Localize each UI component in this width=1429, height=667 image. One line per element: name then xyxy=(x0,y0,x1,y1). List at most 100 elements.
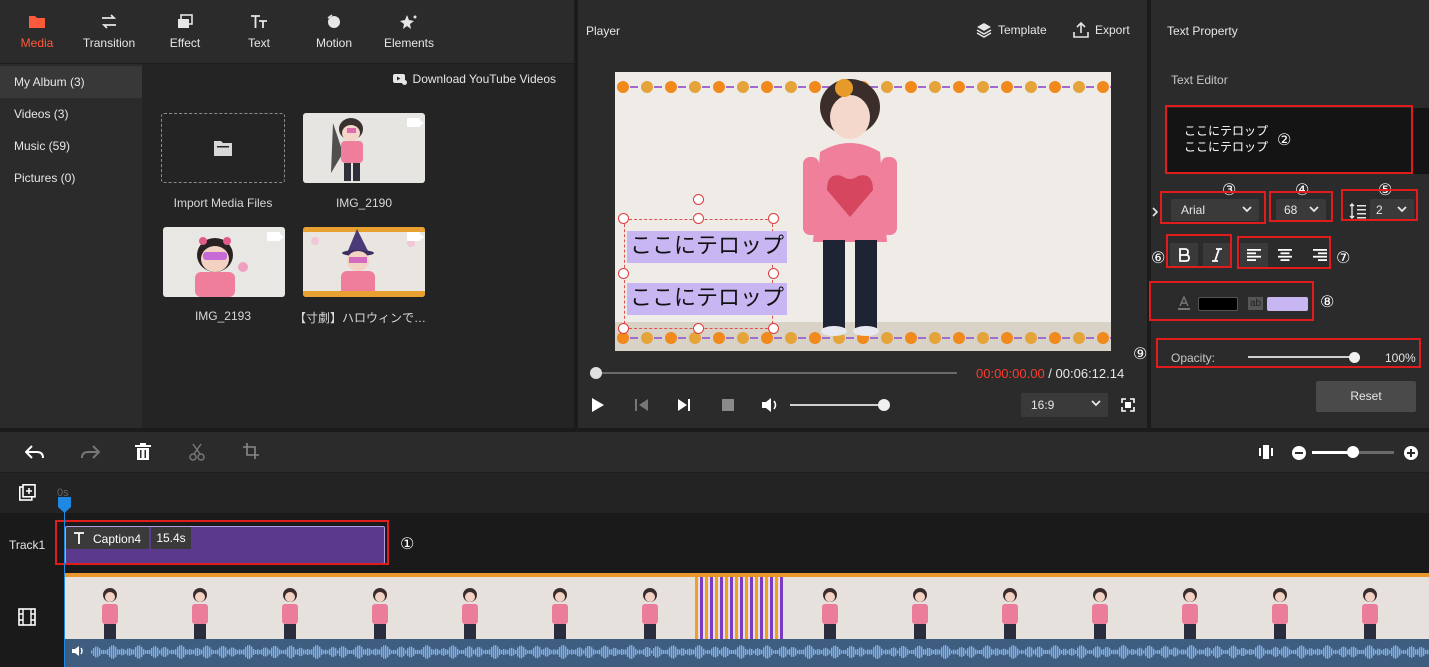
delete-icon[interactable] xyxy=(135,443,151,461)
sparkle-icon xyxy=(372,12,446,30)
zoom-out-icon[interactable] xyxy=(1292,446,1306,460)
aspect-ratio-value: 16:9 xyxy=(1031,398,1055,412)
marker-2: ② xyxy=(1277,130,1292,149)
redo-icon[interactable] xyxy=(80,444,100,460)
resize-handle-tl[interactable] xyxy=(618,213,629,224)
play-icon[interactable] xyxy=(591,397,605,413)
template-button[interactable]: Template xyxy=(976,22,1047,38)
import-media-button[interactable] xyxy=(161,113,285,183)
volume-icon[interactable] xyxy=(761,397,779,413)
add-track-icon[interactable] xyxy=(19,484,36,501)
aspect-ratio-select[interactable]: 16:9 xyxy=(1021,393,1108,417)
player-panel: Player Template Export ここにテロップ ここにテロップ 0… xyxy=(578,0,1147,428)
folder-icon xyxy=(0,12,74,30)
media-grid: Download YouTube Videos Import Media Fil… xyxy=(142,64,574,428)
video-camera-icon xyxy=(407,232,424,241)
highlight-box-4 xyxy=(1269,191,1333,222)
album-item-pictures[interactable]: Pictures (0) xyxy=(0,162,142,194)
text-property-panel: Text Property Text Editor ここにテロップ ここにテロッ… xyxy=(1133,0,1429,428)
album-item-videos[interactable]: Videos (3) xyxy=(0,98,142,130)
tab-elements[interactable]: Elements xyxy=(372,0,446,64)
video-preview[interactable]: ここにテロップ ここにテロップ xyxy=(615,72,1111,351)
media-thumb-img-2190[interactable] xyxy=(303,113,425,183)
playhead-handle[interactable] xyxy=(58,497,71,513)
template-label: Template xyxy=(998,23,1047,37)
media-thumb-img-2193[interactable] xyxy=(163,227,285,297)
playhead-line[interactable] xyxy=(64,497,65,667)
resize-handle-r[interactable] xyxy=(768,268,779,279)
export-button[interactable]: Export xyxy=(1073,22,1130,38)
media-thumb-halloween[interactable] xyxy=(303,227,425,297)
highlight-box-3 xyxy=(1160,191,1266,224)
audio-icon xyxy=(72,646,83,656)
video-camera-icon xyxy=(407,118,424,127)
chevron-right-icon[interactable] xyxy=(1151,206,1159,218)
media-tabbar: Media Transition Effect Text Motion Elem… xyxy=(0,0,574,64)
motion-icon xyxy=(297,12,371,30)
media-label-img-2190: IMG_2190 xyxy=(335,196,393,210)
download-youtube-link[interactable]: Download YouTube Videos xyxy=(392,72,556,86)
layers-icon xyxy=(148,12,222,30)
marker-1: ① xyxy=(400,534,415,553)
time-separator: / xyxy=(1044,366,1056,381)
marker-8: ⑧ xyxy=(1320,292,1335,311)
highlight-box-7 xyxy=(1237,236,1331,269)
highlight-box-6 xyxy=(1166,234,1232,268)
zoom-in-icon[interactable] xyxy=(1404,446,1418,460)
snap-icon[interactable] xyxy=(1259,445,1273,459)
chevron-down-icon xyxy=(1091,400,1101,407)
playback-progress-knob[interactable] xyxy=(590,367,602,379)
resize-handle-bl[interactable] xyxy=(618,323,629,334)
album-list: My Album (3) Videos (3) Music (59) Pictu… xyxy=(0,64,142,428)
video-camera-icon xyxy=(267,232,284,241)
undo-icon[interactable] xyxy=(25,444,45,460)
tab-transition-label: Transition xyxy=(82,36,136,50)
stop-icon[interactable] xyxy=(722,399,734,411)
tab-effect-label: Effect xyxy=(169,36,201,50)
tab-media[interactable]: Media xyxy=(0,0,74,64)
resize-handle-t[interactable] xyxy=(693,213,704,224)
text-property-title: Text Property xyxy=(1167,24,1238,38)
zoom-slider-knob[interactable] xyxy=(1347,446,1359,458)
caption-line-2[interactable]: ここにテロップ xyxy=(627,283,788,315)
next-frame-icon[interactable] xyxy=(676,398,692,412)
swap-icon xyxy=(72,12,146,30)
resize-handle-tr[interactable] xyxy=(768,213,779,224)
audio-waveform xyxy=(91,645,1429,659)
album-item-music[interactable]: Music (59) xyxy=(0,130,142,162)
tab-media-label: Media xyxy=(20,36,54,50)
resize-handle-br[interactable] xyxy=(768,323,779,334)
resize-handle-b[interactable] xyxy=(693,323,704,334)
scissors-icon[interactable] xyxy=(189,443,205,461)
rotate-handle[interactable] xyxy=(693,194,704,205)
video-clip-thumbnails xyxy=(65,573,1429,639)
tab-motion[interactable]: Motion xyxy=(297,0,371,64)
volume-track[interactable] xyxy=(790,404,884,406)
tab-elements-label: Elements xyxy=(383,36,435,50)
resize-handle-l[interactable] xyxy=(618,268,629,279)
timeline-ruler[interactable]: 0s xyxy=(0,473,1429,513)
marker-9: ⑨ xyxy=(1133,344,1148,363)
youtube-download-icon xyxy=(392,74,407,85)
track-1-label: Track1 xyxy=(9,538,46,552)
stack-icon xyxy=(976,23,992,38)
playback-progress-track[interactable] xyxy=(591,372,957,374)
tab-motion-label: Motion xyxy=(315,36,353,50)
export-label: Export xyxy=(1095,23,1130,37)
crop-icon[interactable] xyxy=(243,443,259,459)
fullscreen-icon[interactable] xyxy=(1121,398,1135,412)
album-item-my-album[interactable]: My Album (3) xyxy=(0,66,142,98)
folder-icon xyxy=(214,141,232,156)
volume-knob[interactable] xyxy=(878,399,890,411)
caption-line-1[interactable]: ここにテロップ xyxy=(627,231,788,263)
previous-frame-icon[interactable] xyxy=(634,398,650,412)
tab-effect[interactable]: Effect xyxy=(148,0,222,64)
reset-button[interactable]: Reset xyxy=(1316,381,1416,412)
tab-transition[interactable]: Transition xyxy=(72,0,146,64)
player-title: Player xyxy=(586,24,621,38)
highlight-box-5 xyxy=(1341,189,1418,221)
text-editor-label: Text Editor xyxy=(1171,73,1228,87)
video-clip[interactable] xyxy=(65,573,1429,667)
download-youtube-label: Download YouTube Videos xyxy=(412,72,556,86)
tab-text[interactable]: Text xyxy=(222,0,296,64)
